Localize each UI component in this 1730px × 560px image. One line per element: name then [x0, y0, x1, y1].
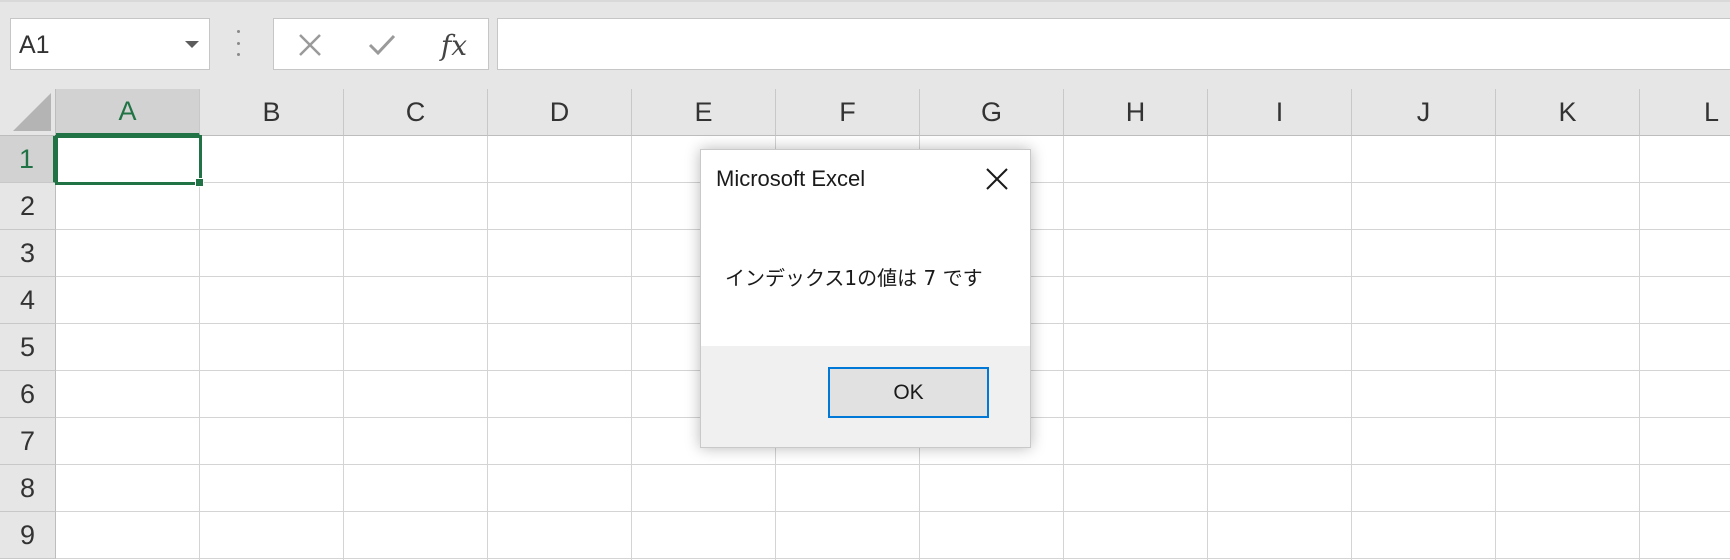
chevron-down-icon[interactable]	[185, 41, 199, 48]
ok-button[interactable]: OK	[828, 367, 989, 418]
column-header-b[interactable]: B	[200, 89, 344, 136]
row-header-2[interactable]: 2	[0, 183, 56, 230]
row-header-5[interactable]: 5	[0, 324, 56, 371]
column-header-a[interactable]: A	[56, 89, 200, 136]
fill-handle[interactable]	[195, 178, 204, 187]
column-header-l[interactable]: L	[1640, 89, 1730, 136]
dialog-title: Microsoft Excel	[716, 166, 866, 191]
row-header-6[interactable]: 6	[0, 371, 56, 418]
name-box[interactable]: A1	[10, 18, 210, 70]
name-box-value: A1	[19, 31, 50, 59]
column-header-f[interactable]: F	[776, 89, 920, 136]
row-header-9[interactable]: 9	[0, 512, 56, 559]
message-box-dialog: Microsoft Excel インデックス1の値は 7 です OK	[700, 149, 1031, 448]
insert-function-button[interactable]: fx	[434, 27, 474, 63]
row-header-1[interactable]: 1	[0, 136, 56, 183]
dialog-footer: OK	[701, 346, 1030, 447]
column-header-k[interactable]: K	[1496, 89, 1640, 136]
column-header-h[interactable]: H	[1064, 89, 1208, 136]
formula-input[interactable]	[497, 18, 1730, 70]
column-headers: A B C D E F G H I J K L	[56, 89, 1730, 136]
column-header-e[interactable]: E	[632, 89, 776, 136]
column-header-d[interactable]: D	[488, 89, 632, 136]
checkmark-icon	[368, 34, 396, 56]
select-all-button[interactable]	[0, 89, 56, 136]
dialog-message: インデックス1の値は 7 です	[725, 266, 983, 290]
row-header-3[interactable]: 3	[0, 230, 56, 277]
function-icon: fx	[440, 28, 468, 62]
column-header-j[interactable]: J	[1352, 89, 1496, 136]
active-cell-a1[interactable]	[55, 135, 204, 187]
formula-bar: A1 fx	[0, 0, 1730, 89]
confirm-entry-button[interactable]	[362, 27, 402, 63]
select-all-triangle-icon	[13, 93, 51, 131]
cancel-entry-button[interactable]	[290, 27, 330, 63]
excel-window: A1 fx A B C D E F G H I J K L 1 2 3 4 5 …	[0, 0, 1730, 560]
row-header-7[interactable]: 7	[0, 418, 56, 465]
dialog-close-button[interactable]	[982, 164, 1012, 194]
close-icon	[986, 168, 1008, 190]
row-header-4[interactable]: 4	[0, 277, 56, 324]
formula-buttons: fx	[273, 18, 489, 70]
row-header-8[interactable]: 8	[0, 465, 56, 512]
column-header-c[interactable]: C	[344, 89, 488, 136]
column-header-i[interactable]: I	[1208, 89, 1352, 136]
formula-bar-grip-icon[interactable]	[236, 30, 240, 56]
row-headers: 1 2 3 4 5 6 7 8 9	[0, 136, 56, 559]
close-icon	[299, 34, 321, 56]
column-header-g[interactable]: G	[920, 89, 1064, 136]
